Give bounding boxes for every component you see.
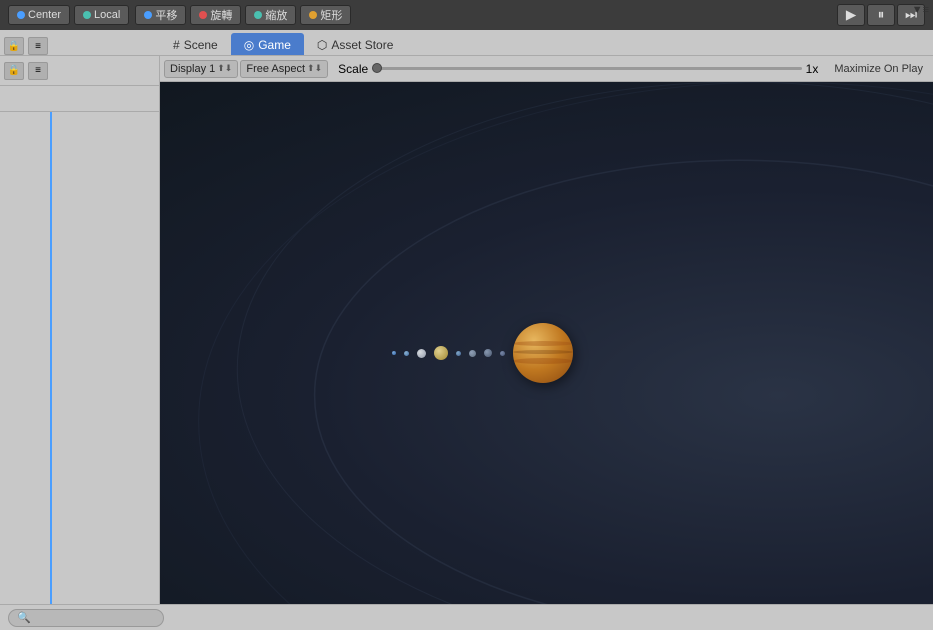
scene-tab-label: Scene [184,38,218,52]
scale-label: 縮放 [265,7,287,23]
game-panel: Display 1 ⬆⬇ Free Aspect ⬆⬇ Scale 1x Max… [160,56,933,604]
filter-icon: ▼≡ [912,4,929,16]
scene-tab-icon: # [173,38,180,52]
local-dot [83,11,91,19]
local-button[interactable]: Local [74,5,129,25]
center-label: Center [28,9,61,21]
top-toolbar: Center Local 平移 旋轉 縮放 矩形 ▶ ⏸ [0,0,933,30]
sidebar-top: 🔒 ≡ [0,56,159,86]
aspect-dropdown[interactable]: Free Aspect ⬆⬇ [240,60,328,78]
sidebar-filter-btn[interactable]: ▼≡ [912,4,929,16]
search-box[interactable]: 🔍 [8,609,164,627]
scale-text: Scale [338,62,368,76]
planet-8 [500,351,505,356]
planet-7 [484,349,492,357]
aspect-arrows: ⬆⬇ [307,63,322,74]
planet-4 [434,346,448,360]
center-dot [17,11,25,19]
tab-asset-store[interactable]: ⬡ Asset Store [304,33,407,55]
display-arrows: ⬆⬇ [217,63,232,74]
pause-button[interactable]: ⏸ [867,4,895,26]
play-button[interactable]: ▶ [837,4,865,26]
planets-row [392,323,573,383]
tab-bar: 🔒 ≡ # Scene ◎ Game ⬡ Asset Store [0,30,933,56]
game-tab-label: Game [258,38,291,52]
transform-tools: Center Local [8,5,129,25]
main-layout: 🔒 ≡ ▼≡ Display 1 ⬆⬇ Free Aspect ⬆⬇ Scale [0,56,933,604]
scale-button[interactable]: 縮放 [245,5,296,25]
planet-large [513,323,573,383]
planet-5 [456,351,461,356]
translate-button[interactable]: 平移 [135,5,186,25]
game-viewport [160,82,933,604]
planet-3 [417,349,426,358]
scale-slider[interactable] [372,67,802,70]
local-label: Local [94,9,120,21]
play-icon: ▶ [846,7,856,23]
asset-store-tab-icon: ⬡ [317,38,327,52]
blue-selection-line [50,112,52,604]
display-label: Display 1 [170,63,215,75]
pause-icon: ⏸ [878,7,885,23]
translate-label: 平移 [155,7,177,23]
sidebar-lock-icon[interactable]: 🔒 [4,62,24,80]
bottom-bar: 🔍 [0,604,933,630]
scale-section: Scale 1x [330,62,826,76]
rotate-label: 旋轉 [210,7,232,23]
rect-label: 矩形 [320,7,342,23]
sidebar-menu-button[interactable]: ≡ [28,37,48,55]
center-button[interactable]: Center [8,5,70,25]
maximize-label: Maximize On Play [828,62,929,76]
rotate-button[interactable]: 旋轉 [190,5,241,25]
sidebar-list-icon[interactable]: ≡ [28,62,48,80]
scale-thumb[interactable] [372,63,382,73]
sidebar-content [0,112,159,604]
planet-2 [404,351,409,356]
extra-tools: 平移 旋轉 縮放 矩形 [135,5,351,25]
asset-store-tab-label: Asset Store [331,38,393,52]
game-toolbar: Display 1 ⬆⬇ Free Aspect ⬆⬇ Scale 1x Max… [160,56,933,82]
planet-1 [392,351,396,355]
tab-scene[interactable]: # Scene [160,33,231,55]
search-input[interactable] [35,612,155,624]
game-tab-icon: ◎ [244,38,254,52]
search-icon: 🔍 [17,611,31,624]
sidebar-lock-button[interactable]: 🔒 [4,37,24,55]
display-dropdown[interactable]: Display 1 ⬆⬇ [164,60,238,78]
left-sidebar: 🔒 ≡ ▼≡ [0,56,160,604]
aspect-label: Free Aspect [246,63,305,75]
planet-6 [469,350,476,357]
rect-button[interactable]: 矩形 [300,5,351,25]
scale-value: 1x [806,62,819,76]
tab-game[interactable]: ◎ Game [231,33,304,55]
